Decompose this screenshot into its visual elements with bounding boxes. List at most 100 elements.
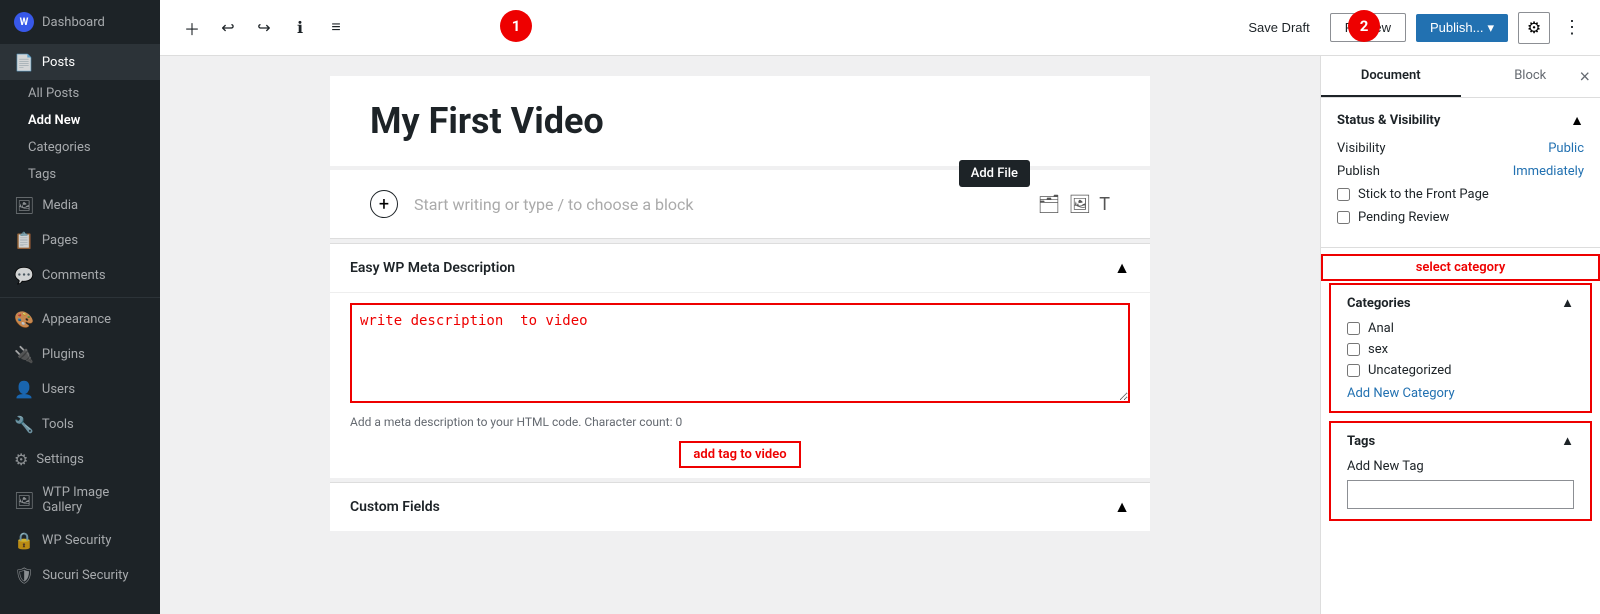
publish-value[interactable]: Immediately [1513,164,1584,179]
status-section-toggle[interactable]: ▲ [1570,112,1584,129]
annotation-circle-2: 2 [1348,10,1380,42]
add-file-tooltip: Add File [959,160,1030,187]
redo-button[interactable]: ↪ [248,12,280,44]
sidebar-item-media[interactable]: 🖼 Media [0,188,160,223]
tags-toggle[interactable]: ▲ [1561,433,1574,449]
sidebar-tools-label: Tools [42,417,74,432]
sidebar-item-tools[interactable]: 🔧 Tools [0,407,160,442]
category-item-sex: sex [1347,342,1574,357]
categories-panel: Categories ▲ Anal sex Uncategorized Add … [1329,283,1592,413]
sidebar-comments-label: Comments [42,268,106,283]
sidebar-item-users[interactable]: 👤 Users [0,372,160,407]
add-new-category-link[interactable]: Add New Category [1347,386,1574,401]
text-icon[interactable]: T [1099,194,1110,215]
publish-arrow-icon: ▾ [1487,20,1494,36]
sidebar-media-label: Media [42,198,78,213]
category-anal-label: Anal [1368,321,1394,336]
plugins-icon: 🔌 [14,345,34,364]
panel-settings-button[interactable]: ⚙ [1518,12,1550,44]
publish-row: Publish Immediately [1337,164,1584,179]
sidebar-item-categories[interactable]: Categories [0,134,160,161]
editor-panel: + Start writing or type / to choose a bl… [160,56,1320,614]
status-section-header: Status & Visibility ▲ [1337,112,1584,129]
sidebar-item-settings[interactable]: ⚙ Settings [0,442,160,477]
post-title-input[interactable] [370,100,1110,142]
visibility-row: Visibility Public [1337,141,1584,156]
category-item-anal: Anal [1347,321,1574,336]
sidebar-item-tags[interactable]: Tags [0,161,160,188]
add-block-inline-button[interactable]: + [370,190,398,218]
sidebar-item-all-posts[interactable]: All Posts [0,80,160,107]
image-icon[interactable]: 🖼 [1068,194,1091,215]
status-section-title: Status & Visibility [1337,113,1440,128]
publish-button[interactable]: Publish... ▾ [1416,14,1508,42]
sidebar-logo[interactable]: W Dashboard [0,0,160,45]
sidebar-settings-label: Settings [36,452,83,467]
pages-icon: 📋 [14,231,34,250]
category-uncategorized-checkbox[interactable] [1347,364,1360,377]
meta-description-body: write description to video Add a meta de… [330,292,1150,478]
meta-description-header[interactable]: Easy WP Meta Description ▲ [330,243,1150,292]
panel-close-button[interactable]: × [1579,66,1590,87]
sidebar-item-wp-security[interactable]: 🔒 WP Security [0,523,160,558]
tools-icon: 🔧 [14,415,34,434]
info-button[interactable]: ℹ [284,12,316,44]
tag-input[interactable] [1347,480,1574,509]
panel-tabs: Document Block × [1321,56,1600,98]
custom-fields-section[interactable]: Custom Fields ▲ [330,482,1150,531]
folder-icon[interactable]: 🗂 [1038,194,1061,215]
save-draft-button[interactable]: Save Draft [1238,14,1319,41]
more-button[interactable]: ⋮ [1560,16,1584,40]
meta-collapse-icon: ▲ [1114,258,1130,278]
meta-description-title: Easy WP Meta Description [350,260,515,276]
media-icon: 🖼 [14,196,34,215]
tab-document[interactable]: Document [1321,56,1461,97]
status-visibility-section: Status & Visibility ▲ Visibility Public … [1321,98,1600,248]
meta-hint: Add a meta description to your HTML code… [350,415,1130,429]
sidebar-item-wtp-gallery[interactable]: 🖼 WTP Image Gallery [0,477,160,523]
categories-section-header: Categories ▲ [1347,295,1574,311]
add-tag-annotation-container: add tag to video [350,441,1130,468]
sidebar-item-pages[interactable]: 📋 Pages [0,223,160,258]
undo-button[interactable]: ↩ [212,12,244,44]
meta-section: Easy WP Meta Description ▲ write descrip… [330,243,1150,478]
stick-checkbox[interactable] [1337,188,1350,201]
wtp-icon: 🖼 [14,491,34,510]
stick-label: Stick to the Front Page [1358,187,1489,202]
add-block-button[interactable]: ＋ [176,12,208,44]
list-view-button[interactable]: ≡ [320,12,352,44]
sidebar-item-sucuri[interactable]: 🛡 Sucuri Security [0,558,160,593]
sidebar-users-label: Users [42,382,75,397]
title-block [330,76,1150,166]
wp-security-icon: 🔒 [14,531,34,550]
categories-toggle[interactable]: ▲ [1561,295,1574,311]
categories-title: Categories [1347,296,1411,311]
meta-description-textarea[interactable]: write description to video [350,303,1130,403]
editor-inner: + Start writing or type / to choose a bl… [330,76,1150,531]
tags-section-header: Tags ▲ [1347,433,1574,449]
select-category-annotation-container: select category [1321,254,1600,281]
writing-block: + Start writing or type / to choose a bl… [330,170,1150,238]
sidebar-item-plugins[interactable]: 🔌 Plugins [0,337,160,372]
settings-icon: ⚙ [14,450,28,469]
custom-fields-title: Custom Fields [350,499,440,515]
appearance-icon: 🎨 [14,310,34,329]
category-sex-checkbox[interactable] [1347,343,1360,356]
sidebar-wpsec-label: WP Security [42,533,112,548]
pending-row: Pending Review [1337,210,1584,225]
sidebar-wtp-label: WTP Image Gallery [42,485,146,515]
visibility-value[interactable]: Public [1548,141,1584,156]
category-anal-checkbox[interactable] [1347,322,1360,335]
sidebar-item-comments[interactable]: 💬 Comments [0,258,160,293]
sidebar-logo-label: Dashboard [42,15,105,30]
tags-title: Tags [1347,434,1375,449]
sidebar-appearance-label: Appearance [42,312,111,327]
sidebar-item-posts[interactable]: 📄 Posts [0,45,160,80]
wp-logo-icon: W [14,12,34,32]
comments-icon: 💬 [14,266,34,285]
sidebar-item-appearance[interactable]: 🎨 Appearance [0,302,160,337]
pending-label: Pending Review [1358,210,1449,225]
pending-checkbox[interactable] [1337,211,1350,224]
sidebar-item-add-new[interactable]: Add New [0,107,160,134]
category-uncategorized-label: Uncategorized [1368,363,1451,378]
